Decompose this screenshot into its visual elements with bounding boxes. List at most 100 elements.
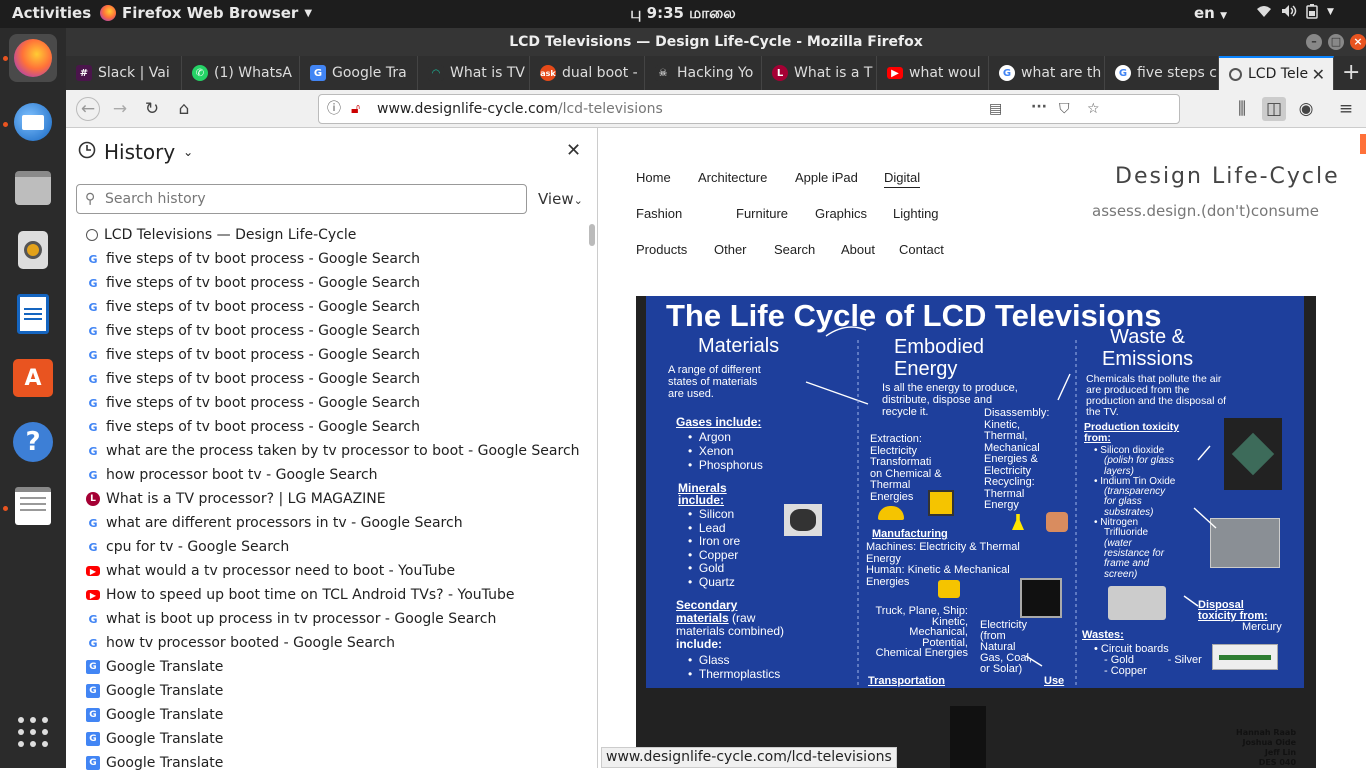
close-sidebar-icon[interactable]: ✕ (566, 140, 581, 161)
dock-help[interactable]: ? (9, 418, 57, 466)
dock-writer[interactable] (9, 290, 57, 338)
forward-button[interactable]: → (108, 97, 132, 121)
url-bar[interactable]: ⓘ 🔓︎ www.designlife-cycle.com/lcd-televi… (318, 94, 1180, 124)
reader-view-icon[interactable]: ▤ (989, 95, 1002, 123)
dock-thunderbird[interactable] (9, 98, 57, 146)
history-item-label: what would a tv processor need to boot -… (106, 563, 456, 579)
window-titlebar[interactable]: LCD Televisions — Design Life-Cycle - Mo… (66, 28, 1366, 56)
history-list: LCD Televisions — Design Life-Cycle Gfive… (86, 223, 581, 775)
tab-label: Google Tra (332, 65, 407, 81)
menu-item-about[interactable]: About (841, 242, 875, 257)
menu-item-graphics[interactable]: Graphics (815, 206, 867, 221)
tab-slack[interactable]: # Slack | Vai (66, 56, 182, 90)
show-applications-button[interactable] (9, 708, 57, 756)
tab-whatsapp[interactable]: ✆ (1) WhatsA (182, 56, 300, 90)
scrollbar-thumb[interactable] (589, 224, 595, 246)
tab-google-search-2[interactable]: Gfive steps c (1105, 56, 1219, 90)
close-tab-icon[interactable]: ✕ (1312, 65, 1325, 84)
home-button[interactable]: ⌂ (172, 97, 196, 121)
history-item[interactable]: Gwhat is boot up process in tv processor… (86, 607, 581, 631)
history-item[interactable]: Gfive steps of tv boot process - Google … (86, 247, 581, 271)
history-item[interactable]: LCD Televisions — Design Life-Cycle (86, 223, 581, 247)
history-item[interactable]: G Google Translate (86, 727, 581, 751)
pocket-icon[interactable]: ⛉ (1059, 95, 1070, 123)
writer-icon (17, 294, 49, 334)
history-item[interactable]: G Google Translate (86, 679, 581, 703)
history-item[interactable]: Ghow tv processor booted - Google Search (86, 631, 581, 655)
tab-google-search-1[interactable]: Gwhat are th (989, 56, 1105, 90)
menu-item-furniture[interactable]: Furniture (736, 206, 788, 221)
tab-google-translate[interactable]: G Google Tra (300, 56, 418, 90)
history-item[interactable]: Gwhat are different processors in tv - G… (86, 511, 581, 535)
reload-button[interactable]: ↻ (140, 97, 164, 121)
bookmark-star-icon[interactable]: ☆ (1087, 95, 1100, 123)
tab-youtube[interactable]: ▶ what woul (877, 56, 989, 90)
speaker-icon (18, 231, 48, 269)
maximize-button[interactable]: □ (1328, 34, 1344, 50)
google-icon: G (88, 324, 98, 338)
history-item[interactable]: G Google Translate (86, 655, 581, 679)
menu-item-architecture[interactable]: Architecture (698, 170, 767, 185)
page-actions-icon[interactable]: ··· (1031, 93, 1047, 121)
tab-lcd-televisions[interactable]: LCD Tele ✕ (1219, 56, 1334, 90)
app-menu[interactable]: Firefox Web Browser ▼ (100, 4, 312, 22)
tab-hacking[interactable]: ☠ Hacking Yo (645, 56, 762, 90)
menu-item-digital[interactable]: Digital (884, 170, 921, 188)
history-item[interactable]: Gfive steps of tv boot process - Google … (86, 415, 581, 439)
history-item[interactable]: Gfive steps of tv boot process - Google … (86, 319, 581, 343)
menu-item-search[interactable]: Search (774, 242, 815, 257)
menu-item-other[interactable]: Other (714, 242, 747, 257)
history-item[interactable]: Ghow processor boot tv - Google Search (86, 463, 581, 487)
info-icon[interactable]: ⓘ (327, 95, 341, 123)
history-item[interactable]: G Google Translate (86, 703, 581, 727)
back-button[interactable]: ← (76, 97, 100, 121)
menu-hamburger-icon[interactable]: ≡ (1334, 97, 1358, 121)
dock-firefox[interactable] (9, 34, 57, 82)
tab-lg-magazine[interactable]: L What is a T (762, 56, 877, 90)
history-item[interactable]: ▶ How to speed up boot time on TCL Androi… (86, 583, 581, 607)
tab-dual-boot[interactable]: ask dual boot - (530, 56, 645, 90)
history-item[interactable]: Gwhat are the process taken by tv proces… (86, 439, 581, 463)
poster-arrows (805, 326, 1217, 688)
history-item[interactable]: Gfive steps of tv boot process - Google … (86, 343, 581, 367)
history-item[interactable]: Gcpu for tv - Google Search (86, 535, 581, 559)
insecure-lock-icon[interactable]: 🔓︎ (351, 95, 360, 123)
history-item[interactable]: ▶ what would a tv processor need to boot … (86, 559, 581, 583)
close-window-button[interactable]: × (1350, 34, 1366, 50)
translate-icon: G (86, 684, 100, 698)
account-icon[interactable]: ◉ (1294, 97, 1318, 121)
menu-item-home[interactable]: Home (636, 170, 671, 185)
library-icon[interactable]: ⫼ (1230, 97, 1254, 121)
history-item[interactable]: L What is a TV processor? | LG MAGAZINE (86, 487, 581, 511)
tv-stand (950, 706, 986, 768)
new-tab-button[interactable]: + (1342, 60, 1360, 85)
menu-item-contact[interactable]: Contact (899, 242, 944, 257)
history-item[interactable]: Gfive steps of tv boot process - Google … (86, 295, 581, 319)
menu-item-products[interactable]: Products (636, 242, 687, 257)
history-item[interactable]: Gfive steps of tv boot process - Google … (86, 391, 581, 415)
activities-button[interactable]: Activities (12, 4, 91, 22)
tab-what-is-tv[interactable]: ◠ What is TV (418, 56, 530, 90)
menu-item-apple-ipad[interactable]: Apple iPad (795, 170, 858, 185)
dock-files[interactable] (9, 164, 57, 212)
software-center-icon: A (13, 359, 53, 397)
sidebar-switcher[interactable]: History ⌄ (78, 140, 193, 164)
page-scrollbar-thumb[interactable] (1360, 134, 1366, 154)
history-item[interactable]: G Google Translate (86, 751, 581, 775)
dock-rhythmbox[interactable] (9, 226, 57, 274)
dock-software[interactable]: A (9, 354, 57, 402)
history-item[interactable]: Gfive steps of tv boot process - Google … (86, 367, 581, 391)
menu-item-lighting[interactable]: Lighting (893, 206, 939, 221)
tab-label: What is a T (794, 65, 873, 81)
site-title[interactable]: Design Life-Cycle (1115, 164, 1340, 189)
minimize-button[interactable]: – (1306, 34, 1322, 50)
dock-text-editor[interactable] (9, 482, 57, 530)
menu-item-fashion[interactable]: Fashion (636, 206, 682, 221)
search-history-input[interactable]: ⚲ Search history (76, 184, 527, 214)
language-indicator[interactable]: en ▼ (1194, 4, 1227, 22)
site-tagline: assess.design.(don't)consume (1092, 202, 1319, 220)
sidebar-toggle-icon[interactable]: ◫ (1262, 97, 1286, 121)
system-tray[interactable]: ▼ (1256, 4, 1334, 23)
view-menu-button[interactable]: View⌄ (538, 190, 583, 208)
history-item[interactable]: Gfive steps of tv boot process - Google … (86, 271, 581, 295)
